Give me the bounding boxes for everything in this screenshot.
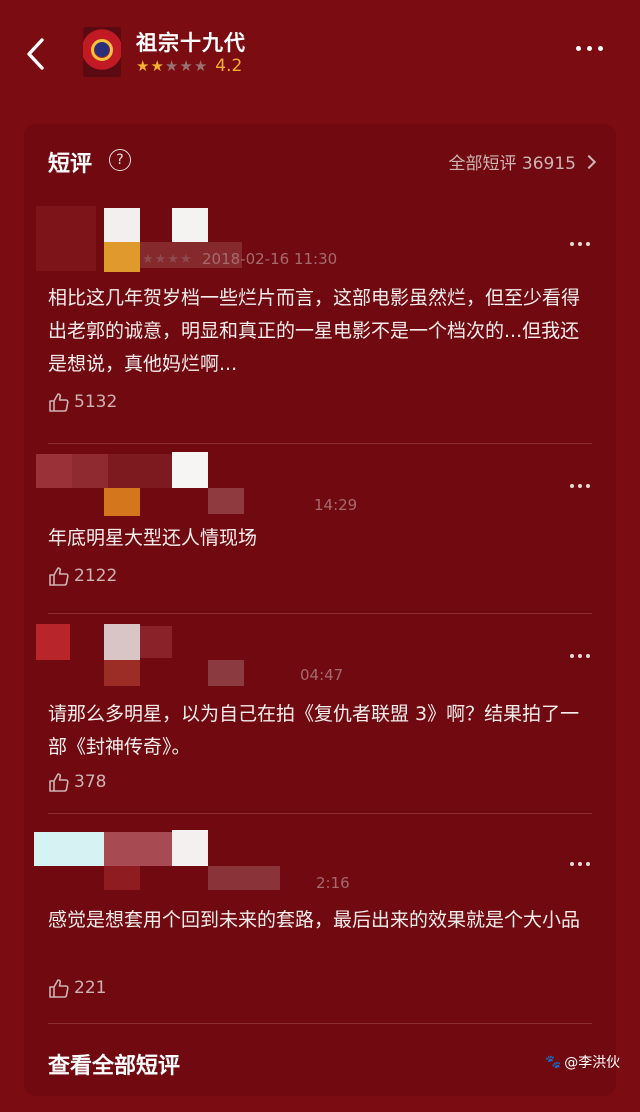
like-count: 5132 xyxy=(74,392,118,412)
more-options-icon[interactable] xyxy=(576,46,603,51)
review-timestamp: 2:16 xyxy=(316,874,350,892)
all-reviews-label: 全部短评 36915 xyxy=(448,154,576,174)
review-more-icon[interactable] xyxy=(570,484,590,488)
review-text: 相比这几年贺岁档一些烂片而言，这部电影虽然烂，但至少看得出老郭的诚意，明显和真正… xyxy=(48,287,581,375)
thumbs-up-icon xyxy=(49,393,69,412)
rating-stars: ★ ★ ★ ★ ★ xyxy=(136,58,207,74)
all-reviews-link[interactable]: 全部短评 36915 xyxy=(448,149,597,174)
help-icon[interactable]: ? xyxy=(109,149,131,171)
review-text: 感觉是想套用个回到未来的套路，最后出来的效果就是个大小品 xyxy=(48,909,581,931)
star-icon: ★ xyxy=(136,57,150,75)
star-icon: ★ xyxy=(179,57,193,75)
movie-poster-thumbnail[interactable] xyxy=(83,27,121,77)
like-count: 2122 xyxy=(74,566,118,586)
review-item: ★★★★ 2018-02-16 11:30 相比这几年贺岁档一些烂片而言，这部电… xyxy=(24,194,616,444)
movie-title: 祖宗十九代 xyxy=(136,31,246,55)
like-button[interactable]: 378 xyxy=(48,772,106,792)
review-timestamp: 2018-02-16 11:30 xyxy=(202,250,338,268)
rating-score: 4.2 xyxy=(215,56,243,76)
review-item: 2:16 感觉是想套用个回到未来的套路，最后出来的效果就是个大小品 221 xyxy=(24,814,616,1024)
like-button[interactable]: 221 xyxy=(48,978,106,998)
review-item: 04:47 请那么多明星，以为自己在拍《复仇者联盟 3》啊？结果拍了一部《封神传… xyxy=(24,614,616,814)
like-button[interactable]: 5132 xyxy=(48,392,117,412)
review-more-icon[interactable] xyxy=(570,654,590,658)
star-icon: ★ xyxy=(164,57,179,75)
view-all-reviews-button[interactable]: 查看全部短评 xyxy=(48,1048,180,1080)
thumbs-up-icon xyxy=(49,773,69,792)
review-item: 14:29 年底明星大型还人情现场 2122 xyxy=(24,444,616,614)
review-more-icon[interactable] xyxy=(570,242,590,246)
chevron-right-icon xyxy=(581,154,597,169)
star-icon: ★ xyxy=(150,57,164,75)
top-bar: 祖宗十九代 ★ ★ ★ ★ ★ 4.2 xyxy=(0,0,640,110)
review-timestamp: 04:47 xyxy=(300,666,344,684)
star-icon: ★ xyxy=(193,57,208,75)
user-rating-stars: ★★★★ xyxy=(142,252,193,267)
review-more-icon[interactable] xyxy=(570,862,590,866)
review-timestamp: 14:29 xyxy=(314,496,358,514)
divider xyxy=(48,1023,592,1024)
watermark: 🐾 @李洪伙 xyxy=(545,1052,620,1072)
like-count: 221 xyxy=(74,978,107,998)
review-text: 年底明星大型还人情现场 xyxy=(48,527,258,549)
thumbs-up-icon xyxy=(49,567,69,586)
short-reviews-card: 短评 ? 全部短评 36915 ★★★★ 2018-02-16 11:30 相比… xyxy=(24,124,616,1096)
paw-icon: 🐾 xyxy=(545,1054,562,1070)
review-text: 请那么多明星，以为自己在拍《复仇者联盟 3》啊？结果拍了一部《封神传奇》。 xyxy=(48,703,580,758)
back-arrow-icon[interactable] xyxy=(22,34,50,74)
thumbs-up-icon xyxy=(49,979,69,998)
movie-rating: ★ ★ ★ ★ ★ 4.2 xyxy=(136,56,242,76)
watermark-text: @李洪伙 xyxy=(564,1055,621,1071)
section-title: 短评 xyxy=(48,152,93,177)
like-count: 378 xyxy=(74,772,107,792)
like-button[interactable]: 2122 xyxy=(48,566,117,586)
